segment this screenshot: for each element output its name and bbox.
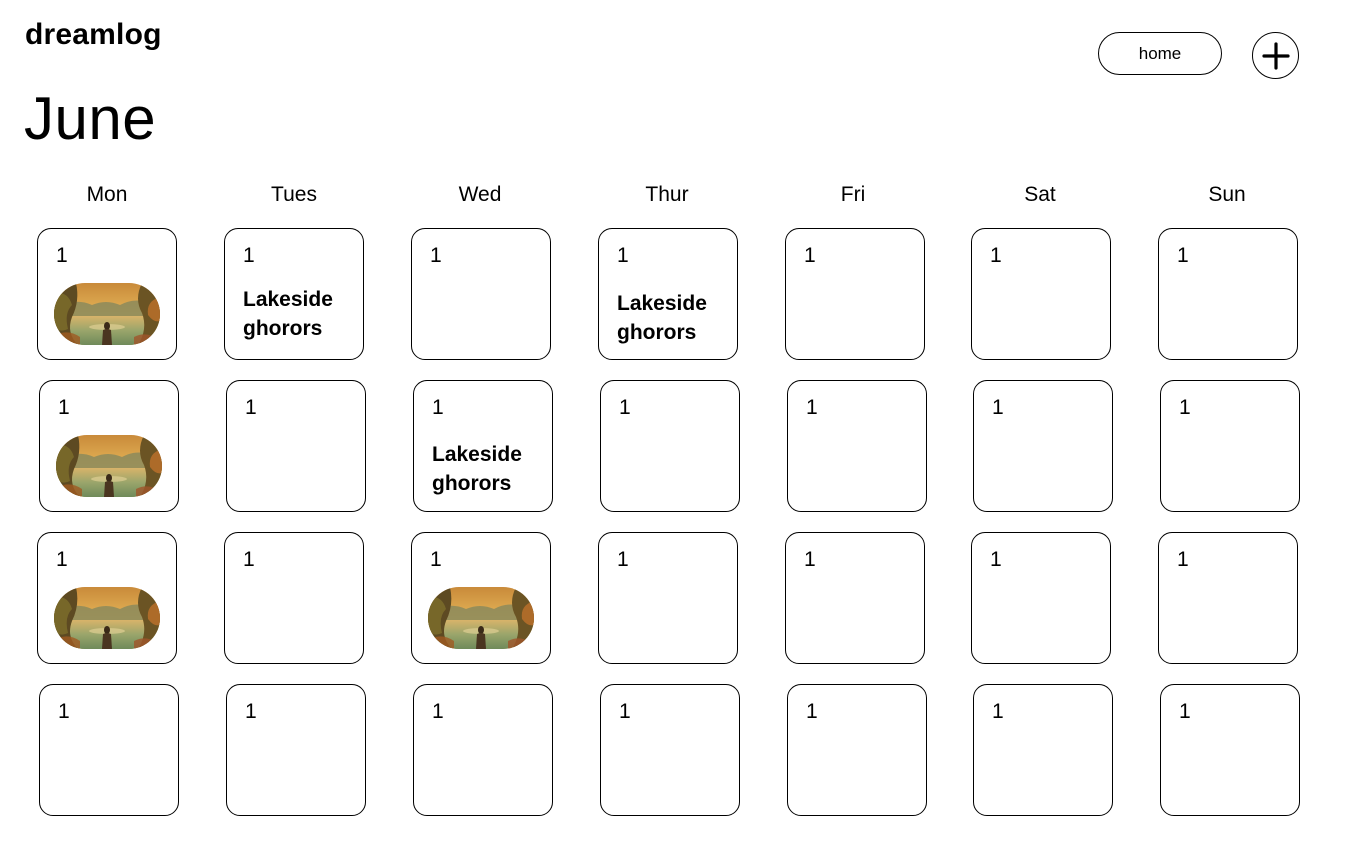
day-number: 1 (617, 244, 629, 267)
day-number: 1 (1177, 244, 1189, 267)
dream-entry-thumbnail[interactable] (54, 283, 160, 345)
day-cell[interactable]: 1 (785, 532, 925, 664)
day-number: 1 (1177, 548, 1189, 571)
day-cell[interactable]: 1 (600, 684, 740, 816)
weekday-label-fri: Fri (840, 183, 866, 206)
day-cell[interactable]: 1 (1160, 380, 1300, 512)
day-number: 1 (58, 700, 70, 723)
day-cell[interactable]: 1 (598, 532, 738, 664)
dream-entry-thumbnail[interactable] (54, 587, 160, 649)
app-logo[interactable]: dreamlog (25, 18, 162, 52)
day-cell[interactable]: 1 (973, 684, 1113, 816)
weekday-label-tues: Tues (271, 183, 317, 206)
dream-entry-title[interactable]: Lakeside ghorors (617, 289, 727, 347)
day-number: 1 (992, 700, 1004, 723)
lake-scene-image (428, 587, 534, 649)
day-cell[interactable]: 1 (787, 684, 927, 816)
day-cell[interactable]: 1 (39, 380, 179, 512)
day-cell[interactable]: 1 (971, 228, 1111, 360)
day-number: 1 (1179, 396, 1191, 419)
add-entry-button[interactable] (1252, 32, 1299, 79)
day-number: 1 (619, 700, 631, 723)
day-cell[interactable]: 1 (411, 228, 551, 360)
plus-icon (1261, 41, 1290, 70)
lake-scene-image (54, 587, 160, 649)
day-number: 1 (992, 396, 1004, 419)
day-number: 1 (243, 548, 255, 571)
home-button[interactable]: home (1098, 32, 1222, 75)
lake-scene-image (56, 435, 162, 497)
day-cell[interactable]: 1 (39, 684, 179, 816)
day-cell[interactable]: 1 Lakeside ghorors (413, 380, 553, 512)
day-cell[interactable]: 1 (971, 532, 1111, 664)
day-number: 1 (990, 244, 1002, 267)
dream-entry-thumbnail[interactable] (56, 435, 162, 497)
day-number: 1 (432, 396, 444, 419)
day-cell[interactable]: 1 (226, 380, 366, 512)
day-number: 1 (243, 244, 255, 267)
day-number: 1 (245, 700, 257, 723)
weekday-label-wed: Wed (458, 183, 502, 206)
day-cell[interactable]: 1 (1158, 532, 1298, 664)
dream-entry-title[interactable]: Lakeside ghorors (432, 440, 542, 498)
calendar-page: dreamlog June home Mon Tues Wed Thur Fri Sat S… (0, 0, 1346, 866)
day-cell[interactable]: 1 (413, 684, 553, 816)
day-cell[interactable]: 1 (600, 380, 740, 512)
day-number: 1 (56, 244, 68, 267)
day-number: 1 (804, 244, 816, 267)
day-number: 1 (430, 548, 442, 571)
day-number: 1 (1179, 700, 1191, 723)
day-number: 1 (990, 548, 1002, 571)
weekday-label-mon: Mon (86, 183, 128, 206)
day-cell[interactable]: 1 (785, 228, 925, 360)
day-number: 1 (617, 548, 629, 571)
month-title: June (24, 85, 157, 152)
dream-entry-title[interactable]: Lakeside ghorors (243, 285, 353, 343)
day-number: 1 (619, 396, 631, 419)
day-number: 1 (245, 396, 257, 419)
lake-scene-image (54, 283, 160, 345)
day-number: 1 (56, 548, 68, 571)
day-cell[interactable]: 1 (411, 532, 551, 664)
day-number: 1 (804, 548, 816, 571)
day-number: 1 (430, 244, 442, 267)
day-cell[interactable]: 1 (224, 532, 364, 664)
day-cell[interactable]: 1 (1160, 684, 1300, 816)
day-number: 1 (58, 396, 70, 419)
day-cell[interactable]: 1 (787, 380, 927, 512)
day-cell[interactable]: 1 (37, 532, 177, 664)
day-cell[interactable]: 1 Lakeside ghorors (224, 228, 364, 360)
day-cell[interactable]: 1 (973, 380, 1113, 512)
dream-entry-thumbnail[interactable] (428, 587, 534, 649)
day-cell[interactable]: 1 (37, 228, 177, 360)
day-number: 1 (806, 396, 818, 419)
weekday-label-sat: Sat (1024, 183, 1056, 206)
day-number: 1 (806, 700, 818, 723)
day-cell[interactable]: 1 Lakeside ghorors (598, 228, 738, 360)
weekday-label-thur: Thur (645, 183, 689, 206)
day-number: 1 (432, 700, 444, 723)
day-cell[interactable]: 1 (1158, 228, 1298, 360)
weekday-label-sun: Sun (1208, 183, 1246, 206)
day-cell[interactable]: 1 (226, 684, 366, 816)
